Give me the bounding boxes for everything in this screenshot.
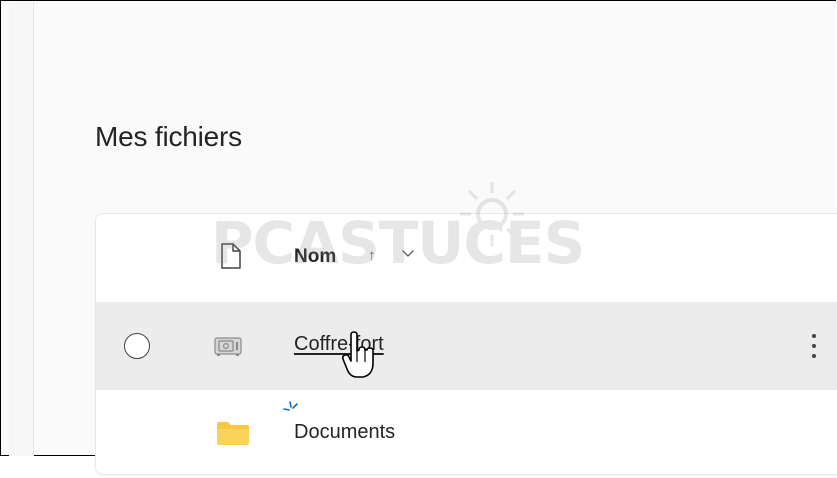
app-frame: Mes fichiers Nom ↑ Coffre-fort Documents… xyxy=(0,0,837,475)
file-row-documents[interactable]: Documents xyxy=(96,390,837,478)
folder-icon xyxy=(217,422,249,445)
chevron-down-icon[interactable] xyxy=(400,245,416,261)
row-select-radio[interactable] xyxy=(124,333,150,359)
hand-pointer-icon xyxy=(341,331,374,378)
left-navigation-rail xyxy=(9,2,34,456)
page-title: Mes fichiers xyxy=(95,121,242,152)
file-row-coffre-fort[interactable]: Coffre-fort xyxy=(96,302,837,390)
sort-ascending-icon: ↑ xyxy=(368,247,376,264)
vault-icon xyxy=(214,337,242,356)
loading-spark-icon xyxy=(283,401,298,411)
file-list-card: Nom ↑ Coffre-fort Documents xyxy=(95,213,837,475)
file-icon xyxy=(221,243,241,269)
column-header-name[interactable]: Nom xyxy=(294,246,336,268)
more-options-icon[interactable] xyxy=(810,332,818,360)
file-name-link[interactable]: Documents xyxy=(294,421,395,444)
file-list-header: Nom ↑ xyxy=(96,214,837,302)
